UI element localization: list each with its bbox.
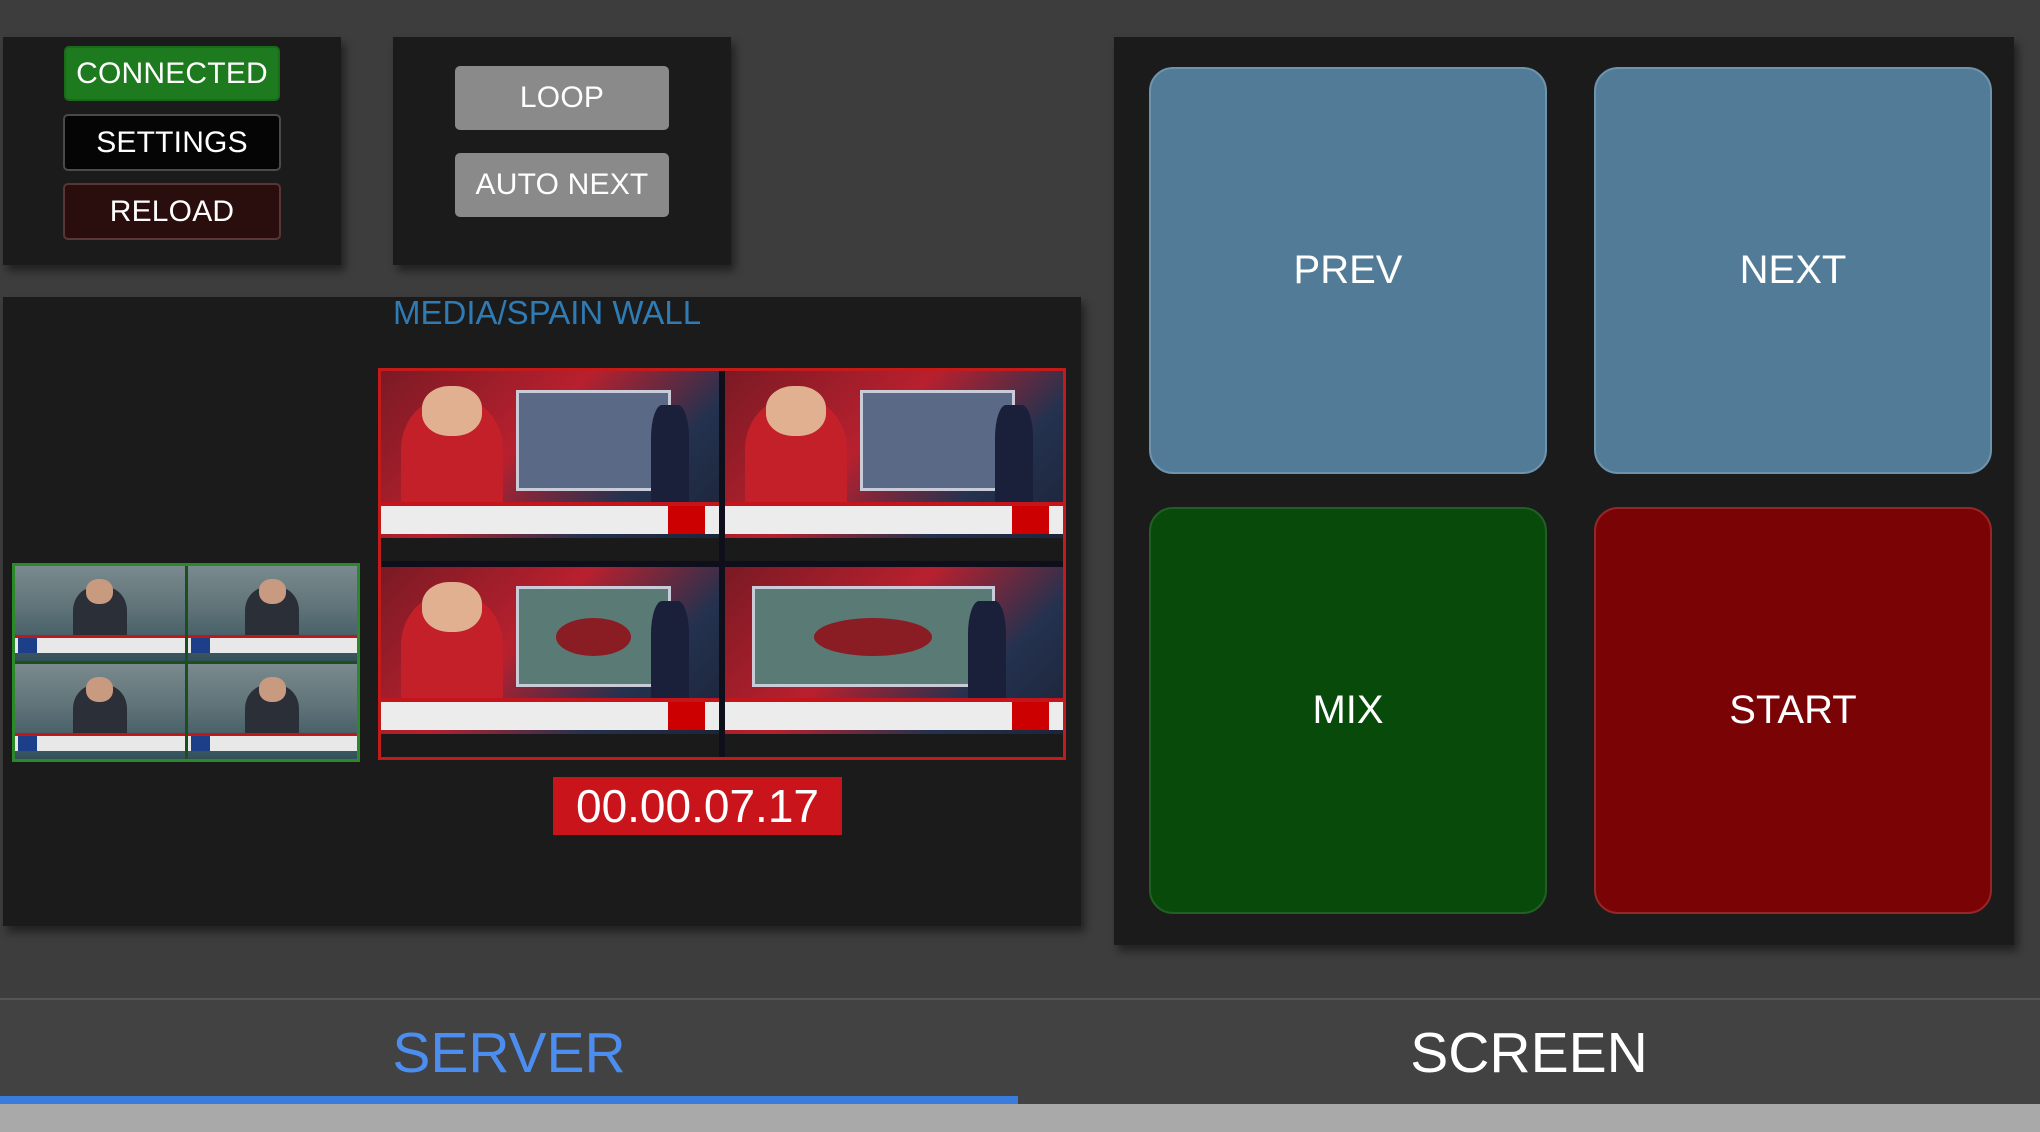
auto-next-button[interactable]: AUTO NEXT xyxy=(455,153,669,217)
tab-server[interactable]: SERVER xyxy=(0,1000,1018,1106)
video-tile xyxy=(187,664,357,759)
video-tile xyxy=(381,567,719,757)
prev-button[interactable]: PREV xyxy=(1149,67,1547,474)
video-tile xyxy=(381,371,719,561)
timecode-display: 00.00.07.17 xyxy=(553,777,842,835)
video-tile xyxy=(15,664,185,759)
media-title: MEDIA/SPAIN WALL xyxy=(393,294,702,331)
video-tile xyxy=(725,371,1063,561)
reload-button[interactable]: RELOAD xyxy=(63,183,281,240)
preview-thumbnail[interactable] xyxy=(12,563,360,762)
tab-screen[interactable]: SCREEN xyxy=(1018,1000,2040,1106)
bottom-strip xyxy=(0,1104,2040,1132)
active-tab-indicator xyxy=(0,1096,1018,1104)
settings-button[interactable]: SETTINGS xyxy=(63,114,281,171)
mix-button[interactable]: MIX xyxy=(1149,507,1547,914)
start-button[interactable]: START xyxy=(1594,507,1992,914)
tab-bar: SERVER SCREEN xyxy=(0,998,2040,1106)
program-thumbnail[interactable] xyxy=(378,368,1066,760)
loop-button[interactable]: LOOP xyxy=(455,66,669,130)
video-tile xyxy=(15,566,185,661)
video-tile xyxy=(187,566,357,661)
connected-button[interactable]: CONNECTED xyxy=(64,46,280,101)
video-tile xyxy=(725,567,1063,757)
next-button[interactable]: NEXT xyxy=(1594,67,1992,474)
